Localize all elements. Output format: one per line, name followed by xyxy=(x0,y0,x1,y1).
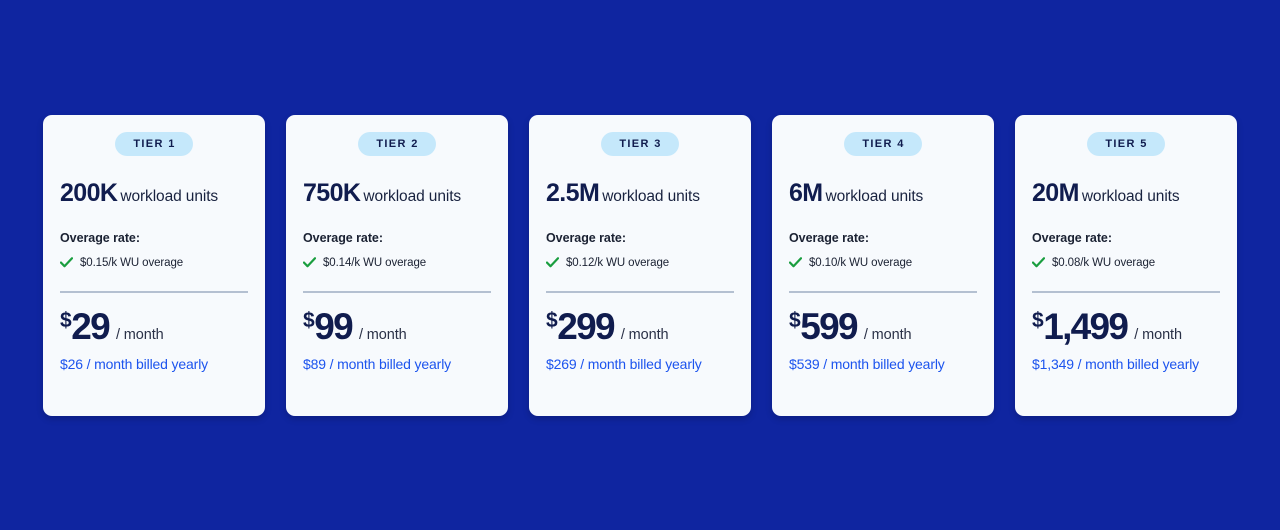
overage-rate-text: $0.15/k WU overage xyxy=(80,256,184,269)
price-amount: 599 xyxy=(800,305,858,347)
price-line: $299 / month xyxy=(546,308,734,345)
workload-units-label: workload units xyxy=(1081,187,1180,205)
price-period: / month xyxy=(863,326,912,343)
overage-rate-row: $0.12/k WU overage xyxy=(546,257,734,269)
price-currency-symbol: $ xyxy=(546,308,558,332)
badge-row: TIER 3 xyxy=(546,131,734,156)
workload-units-amount: 20M xyxy=(1032,178,1079,207)
price-currency-symbol: $ xyxy=(303,308,315,332)
card-divider xyxy=(303,290,491,293)
badge-row: TIER 4 xyxy=(789,131,977,156)
workload-units-line: 2.5M workload units xyxy=(546,178,734,207)
overage-rate-text: $0.08/k WU overage xyxy=(1052,256,1156,269)
overage-rate-row: $0.08/k WU overage xyxy=(1032,257,1220,269)
price-line: $29 / month xyxy=(60,308,248,345)
card-divider xyxy=(789,290,977,293)
yearly-price-link[interactable]: $26 / month billed yearly xyxy=(60,356,248,372)
overage-rate-text: $0.12/k WU overage xyxy=(566,256,670,269)
yearly-price-link[interactable]: $539 / month billed yearly xyxy=(789,356,977,372)
overage-rate-title: Overage rate: xyxy=(303,230,383,245)
price-currency-symbol: $ xyxy=(60,308,72,332)
card-divider xyxy=(1032,290,1220,293)
check-icon xyxy=(1032,257,1045,268)
badge-row: TIER 2 xyxy=(303,131,491,156)
badge-row: TIER 1 xyxy=(60,131,248,156)
check-icon xyxy=(546,257,559,268)
price-amount: 1,499 xyxy=(1043,305,1129,347)
pricing-card-tier-4: TIER 4 6M workload units Overage rate: $0… xyxy=(772,114,994,416)
card-divider xyxy=(546,290,734,293)
workload-units-amount: 750K xyxy=(303,178,361,207)
pricing-card-tier-3: TIER 3 2.5M workload units Overage rate: … xyxy=(529,114,751,416)
pricing-card-tier-2: TIER 2 750K workload units Overage rate: … xyxy=(286,114,508,416)
price-line: $1,499 / month xyxy=(1032,308,1220,345)
yearly-price-link[interactable]: $269 / month billed yearly xyxy=(546,356,734,372)
check-icon xyxy=(60,257,73,268)
tier-badge: TIER 1 xyxy=(115,131,193,156)
workload-units-line: 200K workload units xyxy=(60,178,248,207)
yearly-price-link[interactable]: $1,349 / month billed yearly xyxy=(1032,356,1220,372)
overage-rate-title: Overage rate: xyxy=(789,230,869,245)
price-line: $599 / month xyxy=(789,308,977,345)
workload-units-label: workload units xyxy=(602,187,700,205)
tier-badge: TIER 2 xyxy=(358,131,436,156)
card-divider xyxy=(60,290,248,293)
price-line: $99 / month xyxy=(303,308,491,345)
workload-units-amount: 2.5M xyxy=(546,178,600,207)
overage-rate-text: $0.14/k WU overage xyxy=(323,256,427,269)
price-period: / month xyxy=(620,326,669,343)
pricing-section: TIER 1 200K workload units Overage rate: … xyxy=(0,0,1280,530)
price-period: / month xyxy=(358,326,407,343)
workload-units-amount: 200K xyxy=(60,178,118,207)
workload-units-label: workload units xyxy=(825,187,924,205)
price-amount: 299 xyxy=(557,305,615,347)
workload-units-line: 6M workload units xyxy=(789,178,977,207)
tier-badge: TIER 4 xyxy=(844,131,922,156)
price-amount: 29 xyxy=(71,305,110,347)
overage-rate-title: Overage rate: xyxy=(60,230,140,245)
check-icon xyxy=(789,257,802,268)
workload-units-label: workload units xyxy=(120,187,219,205)
price-period: / month xyxy=(115,326,164,343)
workload-units-line: 750K workload units xyxy=(303,178,491,207)
tier-badge: TIER 5 xyxy=(1087,131,1165,156)
pricing-card-grid: TIER 1 200K workload units Overage rate: … xyxy=(43,114,1237,416)
tier-badge: TIER 3 xyxy=(601,131,679,156)
overage-rate-row: $0.15/k WU overage xyxy=(60,257,248,269)
badge-row: TIER 5 xyxy=(1032,131,1220,156)
price-period: / month xyxy=(1134,326,1182,343)
workload-units-amount: 6M xyxy=(789,178,823,207)
overage-rate-title: Overage rate: xyxy=(1032,230,1112,245)
price-amount: 99 xyxy=(314,305,353,347)
pricing-card-tier-1: TIER 1 200K workload units Overage rate: … xyxy=(43,114,265,416)
pricing-card-tier-5: TIER 5 20M workload units Overage rate: $… xyxy=(1015,114,1237,416)
price-currency-symbol: $ xyxy=(1032,308,1044,332)
yearly-price-link[interactable]: $89 / month billed yearly xyxy=(303,356,491,372)
price-currency-symbol: $ xyxy=(789,308,801,332)
overage-rate-text: $0.10/k WU overage xyxy=(809,256,913,269)
overage-rate-title: Overage rate: xyxy=(546,230,626,245)
overage-rate-row: $0.10/k WU overage xyxy=(789,257,977,269)
overage-rate-row: $0.14/k WU overage xyxy=(303,257,491,269)
workload-units-label: workload units xyxy=(363,187,462,205)
check-icon xyxy=(303,257,316,268)
workload-units-line: 20M workload units xyxy=(1032,178,1220,207)
